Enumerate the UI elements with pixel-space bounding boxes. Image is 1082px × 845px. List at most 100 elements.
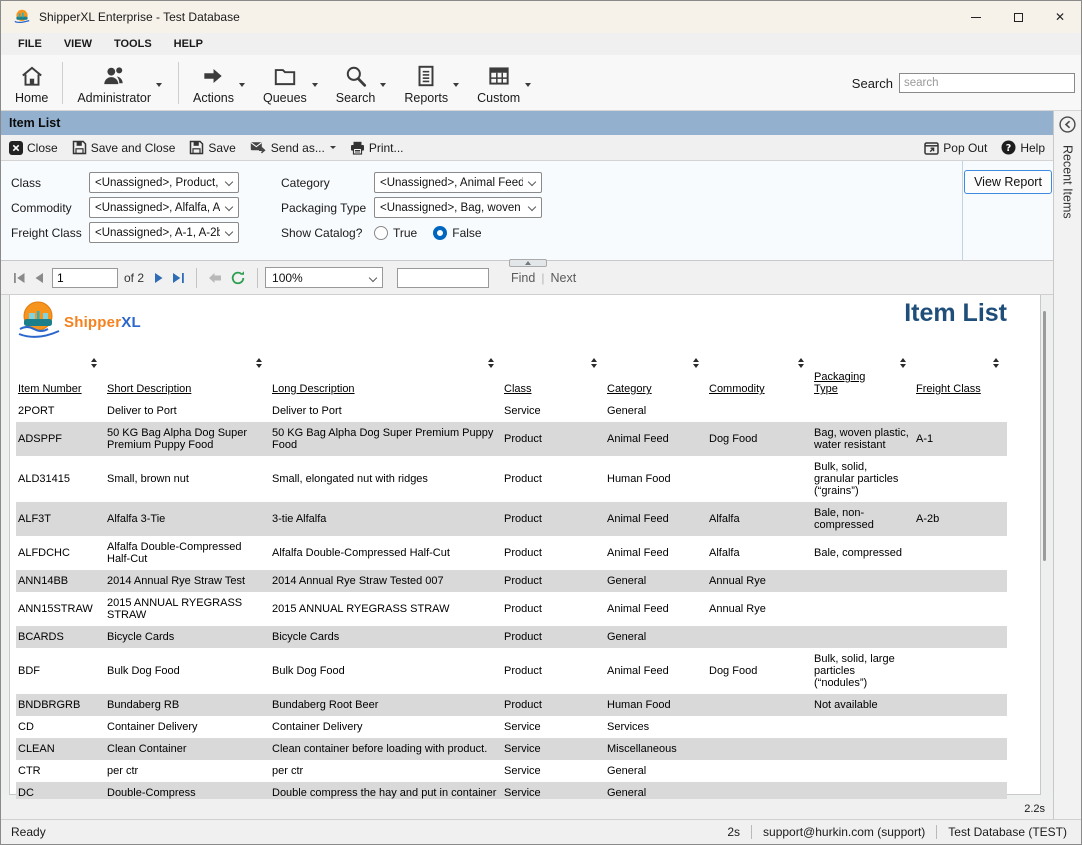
- table-cell: Small, brown nut: [105, 456, 270, 502]
- table-cell: Bulk Dog Food: [270, 648, 502, 694]
- search-input[interactable]: [899, 73, 1075, 93]
- toolbar-button-administrator[interactable]: Administrator: [73, 59, 168, 107]
- filter-collapse-handle[interactable]: [509, 259, 547, 267]
- svg-text:?: ?: [1006, 143, 1012, 154]
- column-header-label[interactable]: Freight Class: [916, 383, 981, 395]
- column-header-packaging-type: Packaging Type: [812, 355, 914, 400]
- sort-icon[interactable]: [993, 358, 999, 368]
- table-cell: General: [605, 400, 707, 422]
- table-cell: Service: [502, 782, 605, 799]
- toolbar-button-actions[interactable]: Actions: [189, 59, 251, 107]
- radio-option-true[interactable]: True: [374, 226, 417, 240]
- category-filter-select[interactable]: <Unassigned>, Animal Feed: [374, 172, 542, 193]
- toolbar-button-label: Reports: [404, 91, 448, 105]
- menu-item-view[interactable]: VIEW: [53, 38, 103, 50]
- toolbar-button-custom[interactable]: Custom: [473, 59, 537, 107]
- column-header-label[interactable]: Commodity: [709, 383, 765, 395]
- show-catalog-label: Show Catalog?: [281, 226, 374, 240]
- report-scrollbar-thumb[interactable]: [1043, 311, 1046, 561]
- table-cell: Bicycle Cards: [105, 626, 270, 648]
- freight-class-filter-select[interactable]: <Unassigned>, A-1, A-2b, S: [89, 222, 239, 243]
- table-cell: Container Delivery: [270, 716, 502, 738]
- status-item: Test Database (TEST): [948, 825, 1067, 839]
- menu-item-file[interactable]: FILE: [7, 38, 53, 50]
- table-cell: Service: [502, 400, 605, 422]
- save-icon: [189, 140, 204, 155]
- table-row: BCARDSBicycle CardsBicycle CardsProductG…: [16, 626, 1007, 648]
- previous-page-button[interactable]: [30, 270, 48, 286]
- menu-item-tools[interactable]: TOOLS: [103, 38, 163, 50]
- commodity-filter-select[interactable]: <Unassigned>, Alfalfa, Ann: [89, 197, 239, 218]
- table-cell: Not available: [812, 694, 914, 716]
- sort-icon[interactable]: [798, 358, 804, 368]
- table-cell: ADSPPF: [16, 422, 105, 456]
- table-row: 2PORTDeliver to PortDeliver to PortServi…: [16, 400, 1007, 422]
- table-cell: [914, 592, 1007, 626]
- table-cell: Animal Feed: [605, 648, 707, 694]
- save-and-close-button[interactable]: Save and Close: [72, 140, 176, 155]
- print-button[interactable]: Print...: [350, 141, 404, 155]
- column-header-label[interactable]: Short Description: [107, 383, 191, 395]
- packaging-type-filter-select[interactable]: <Unassigned>, Bag, woven: [374, 197, 542, 218]
- table-cell: General: [605, 626, 707, 648]
- expand-recent-items-icon[interactable]: [1059, 116, 1076, 138]
- column-header-label[interactable]: Packaging Type: [814, 371, 874, 395]
- maximize-button[interactable]: [997, 1, 1039, 33]
- table-cell: BDF: [16, 648, 105, 694]
- close-window-button[interactable]: ✕: [1039, 1, 1081, 33]
- first-page-button[interactable]: [9, 270, 30, 286]
- search-label: Search: [852, 76, 893, 91]
- column-header-long-description: Long Description: [270, 355, 502, 400]
- help-button[interactable]: ?Help: [1001, 140, 1045, 155]
- sort-icon[interactable]: [591, 358, 597, 368]
- back-button[interactable]: [204, 270, 226, 286]
- logo-text-xl: XL: [121, 314, 141, 331]
- sort-icon[interactable]: [900, 358, 906, 368]
- column-header-label[interactable]: Class: [504, 383, 532, 395]
- sort-icon[interactable]: [256, 358, 262, 368]
- table-cell: CD: [16, 716, 105, 738]
- column-header-label[interactable]: Long Description: [272, 383, 355, 395]
- previous-page-icon: [34, 272, 44, 284]
- window-title: ShipperXL Enterprise - Test Database: [39, 10, 240, 24]
- toolbar-button-reports[interactable]: Reports: [400, 59, 465, 107]
- find-next-button[interactable]: Next: [550, 271, 576, 285]
- minimize-button[interactable]: [955, 1, 997, 33]
- toolbar-button-queues[interactable]: Queues: [259, 59, 324, 107]
- zoom-select[interactable]: 100%: [265, 267, 383, 288]
- radio-false-icon[interactable]: [433, 226, 447, 240]
- recent-items-strip[interactable]: Recent Items: [1053, 111, 1081, 819]
- find-text-input[interactable]: [397, 268, 489, 288]
- sort-icon[interactable]: [693, 358, 699, 368]
- send-as-button[interactable]: Send as...: [250, 141, 336, 155]
- save-button[interactable]: Save: [189, 140, 235, 155]
- radio-true-icon[interactable]: [374, 226, 388, 240]
- freight-class-filter-label: Freight Class: [11, 226, 89, 240]
- radio-option-false[interactable]: False: [433, 226, 481, 240]
- table-cell: General: [605, 570, 707, 592]
- table-cell: Animal Feed: [605, 536, 707, 570]
- next-page-button[interactable]: [150, 270, 168, 286]
- pop-out-button[interactable]: Pop Out: [924, 141, 987, 155]
- toolbar-button-home[interactable]: Home: [11, 59, 52, 107]
- sort-icon[interactable]: [91, 358, 97, 368]
- close-button[interactable]: Close: [9, 141, 58, 155]
- view-report-button[interactable]: View Report: [964, 170, 1052, 194]
- table-cell: [914, 400, 1007, 422]
- column-header-label[interactable]: Category: [607, 383, 652, 395]
- table-row: CDContainer DeliveryContainer DeliverySe…: [16, 716, 1007, 738]
- find-button[interactable]: Find: [511, 271, 535, 285]
- sort-icon[interactable]: [488, 358, 494, 368]
- radio-option-label: False: [452, 226, 481, 240]
- table-cell: [707, 694, 812, 716]
- menu-item-help[interactable]: HELP: [163, 38, 214, 50]
- table-cell: 2014 Annual Rye Straw Tested 007: [270, 570, 502, 592]
- class-filter-select[interactable]: <Unassigned>, Product, Ser: [89, 172, 239, 193]
- toolbar-button-search[interactable]: Search: [332, 59, 393, 107]
- column-header-label[interactable]: Item Number: [18, 383, 82, 395]
- sort-down-icon: [91, 364, 97, 368]
- table-cell: Deliver to Port: [105, 400, 270, 422]
- last-page-button[interactable]: [168, 270, 189, 286]
- current-page-input[interactable]: [52, 268, 118, 288]
- refresh-button[interactable]: [226, 268, 250, 288]
